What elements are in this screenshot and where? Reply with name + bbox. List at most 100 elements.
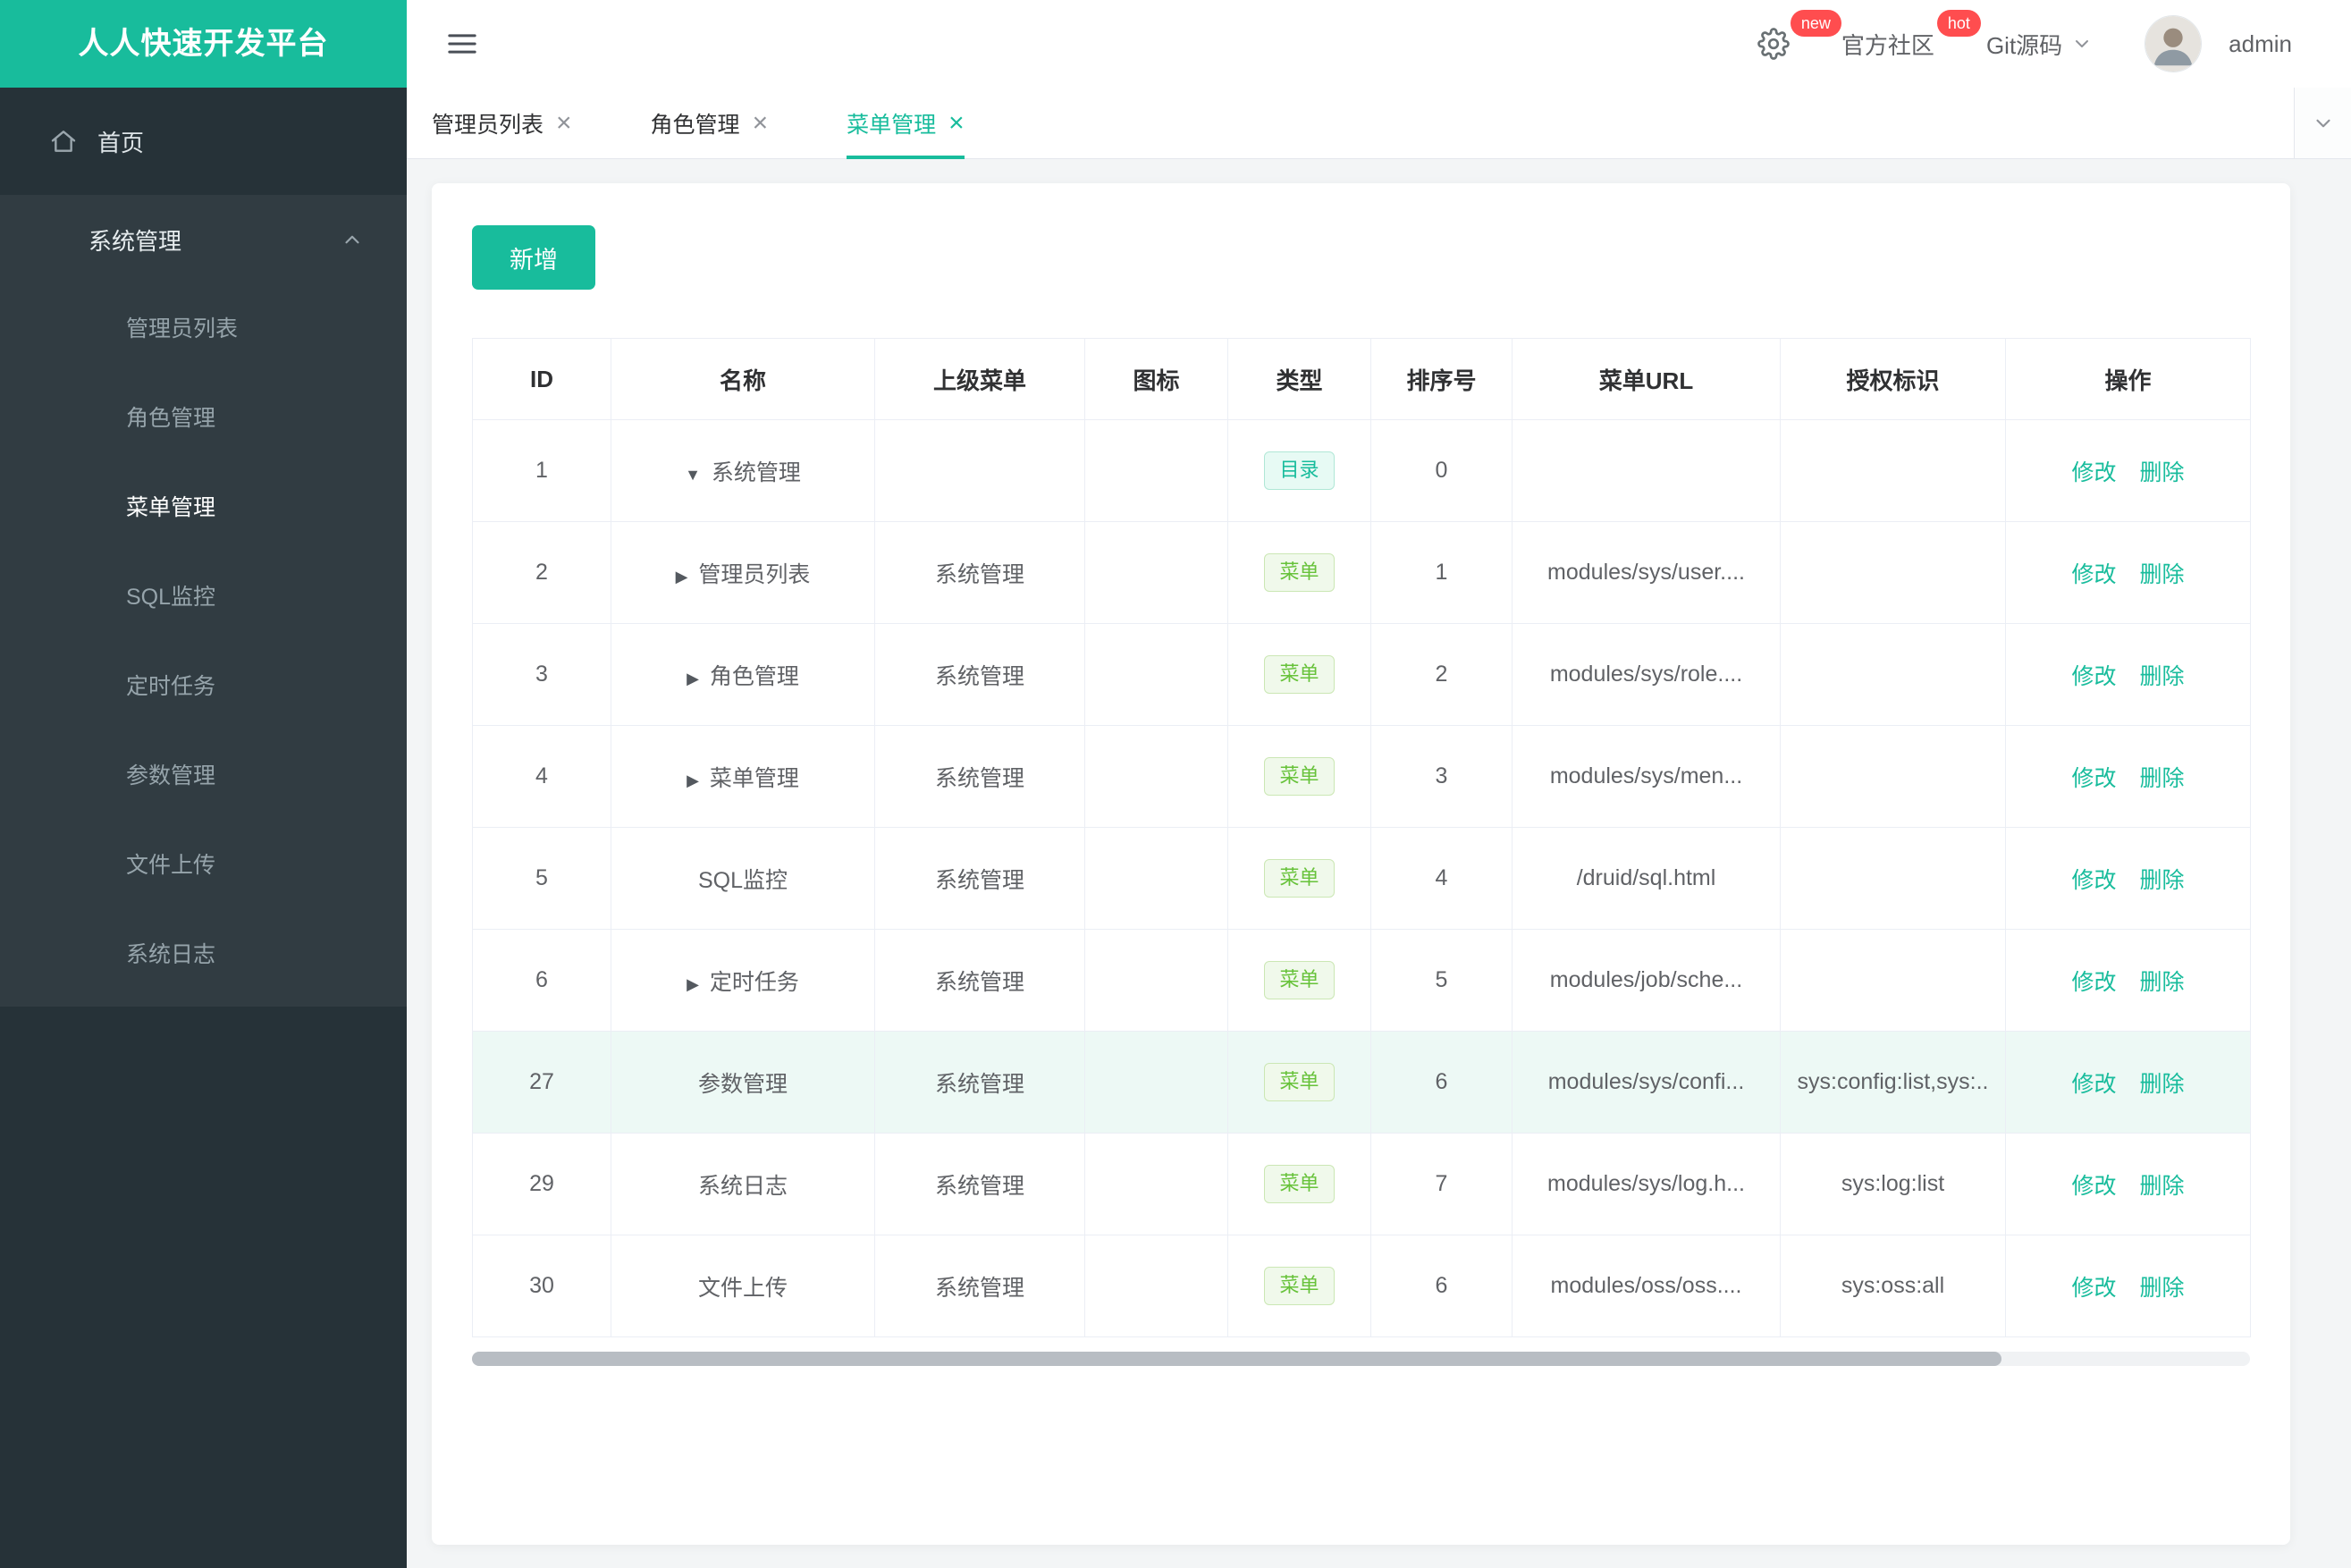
tab-close-icon[interactable]: ×	[753, 109, 769, 137]
header-right: new 官方社区 hot Git源码 admin	[1757, 9, 2292, 72]
sidebar-item-file-upload[interactable]: 文件上传	[0, 821, 407, 910]
cell-icon	[1084, 521, 1228, 624]
cell-menu-url: /druid/sql.html	[1512, 827, 1781, 930]
edit-link[interactable]: 修改	[2071, 460, 2116, 485]
cell-parent-menu: 系统管理	[874, 1031, 1085, 1134]
table-row-6[interactable]: 6 ▶ 定时任务 系统管理 菜单 5 modules/job/sche... 修改 删除	[472, 929, 2251, 1032]
column-header-1: 名称	[611, 338, 875, 420]
sidebar-item-role-mgmt[interactable]: 角色管理	[0, 374, 407, 463]
tab-close-icon[interactable]: ×	[556, 109, 572, 137]
cell-actions: 修改 删除	[2005, 929, 2251, 1032]
cell-actions: 修改 删除	[2005, 1031, 2251, 1134]
cell-perms: sys:oss:all	[1780, 1235, 2006, 1337]
menu-name: 菜单管理	[709, 765, 799, 791]
edit-link[interactable]: 修改	[2071, 766, 2116, 791]
table-row-3[interactable]: 3 ▶ 角色管理 系统管理 菜单 2 modules/sys/role.... 修改 删除	[472, 623, 2251, 726]
sidebar-group-header[interactable]: 系统管理	[0, 195, 407, 284]
column-header-0: ID	[472, 338, 611, 420]
edit-link[interactable]: 修改	[2071, 1174, 2116, 1199]
cell-perms	[1780, 623, 2006, 726]
delete-link[interactable]: 删除	[2140, 970, 2185, 995]
cell-name: 文件上传	[611, 1235, 875, 1337]
git-source-label: Git源码	[1985, 31, 2063, 59]
table-row-4[interactable]: 4 ▶ 菜单管理 系统管理 菜单 3 modules/sys/men... 修改 删除	[472, 725, 2251, 828]
cell-sort: 1	[1370, 521, 1513, 624]
tab-role-mgmt[interactable]: 角色管理 ×	[651, 88, 769, 158]
table-row-2[interactable]: 2 ▶ 管理员列表 系统管理 菜单 1 modules/sys/user.... 修改 删除	[472, 521, 2251, 624]
cell-id: 2	[472, 521, 611, 624]
tree-expand-icon[interactable]: ▶	[687, 670, 699, 687]
table-row-27[interactable]: 27 参数管理 系统管理 菜单 6 modules/sys/confi... sys:con…	[472, 1031, 2251, 1134]
community-link[interactable]: 官方社区 hot	[1841, 9, 1981, 61]
add-button[interactable]: 新增	[472, 225, 595, 290]
delete-link[interactable]: 删除	[2140, 868, 2185, 893]
username[interactable]: admin	[2229, 30, 2292, 58]
menu-name: 系统日志	[697, 1173, 788, 1199]
cell-icon	[1084, 725, 1228, 828]
content-card: 新增 ID 名称 上级菜单 图标 类型 排序号 菜单URL 授权标识 操作 1 ▼ 系统管理 目录 0 修…	[432, 183, 2290, 1545]
menu-name: 管理员列表	[698, 561, 811, 587]
sidebar-item-admin-list[interactable]: 管理员列表	[0, 284, 407, 374]
tab-admin-list[interactable]: 管理员列表 ×	[432, 88, 572, 158]
sidebar-item-home[interactable]: 首页	[0, 88, 407, 195]
cell-name: ▼ 系统管理	[611, 419, 875, 522]
delete-link[interactable]: 删除	[2140, 460, 2185, 485]
cell-type: 菜单	[1227, 929, 1371, 1032]
git-source-dropdown[interactable]: Git源码	[1986, 28, 2093, 61]
edit-link[interactable]: 修改	[2071, 562, 2116, 587]
cell-perms	[1780, 725, 2006, 828]
cell-actions: 修改 删除	[2005, 827, 2251, 930]
gear-icon	[1757, 28, 1790, 60]
sidebar-item-menu-mgmt[interactable]: 菜单管理	[0, 463, 407, 552]
sidebar-item-cron-jobs[interactable]: 定时任务	[0, 642, 407, 731]
settings-button[interactable]: new	[1757, 10, 1841, 60]
top-header: new 官方社区 hot Git源码 admin	[407, 0, 2351, 88]
tree-collapse-icon[interactable]: ▼	[685, 466, 701, 484]
horizontal-scrollbar[interactable]	[472, 1352, 2250, 1366]
sidebar-item-sql-monitor[interactable]: SQL监控	[0, 552, 407, 642]
sidebar-toggle-button[interactable]	[444, 26, 480, 62]
type-tag: 目录	[1264, 451, 1335, 490]
delete-link[interactable]: 删除	[2140, 1276, 2185, 1301]
sidebar-item-system-log[interactable]: 系统日志	[0, 910, 407, 999]
cell-name: 参数管理	[611, 1031, 875, 1134]
menu-table: ID 名称 上级菜单 图标 类型 排序号 菜单URL 授权标识 操作 1 ▼ 系统管理 目录 0 修改 删除…	[472, 338, 2251, 1337]
cell-parent-menu	[874, 419, 1085, 522]
scrollbar-thumb[interactable]	[472, 1352, 2001, 1366]
cell-parent-menu: 系统管理	[874, 521, 1085, 624]
delete-link[interactable]: 删除	[2140, 766, 2185, 791]
table-row-5[interactable]: 5 SQL监控 系统管理 菜单 4/druid/sql.html 修改 删除	[472, 827, 2251, 930]
tabs-dropdown-button[interactable]	[2294, 88, 2351, 158]
tree-expand-icon[interactable]: ▶	[676, 568, 688, 586]
cell-type: 菜单	[1227, 1031, 1371, 1134]
type-tag: 菜单	[1264, 1165, 1335, 1203]
brand-logo: 人人快速开发平台	[0, 0, 407, 88]
edit-link[interactable]: 修改	[2071, 868, 2116, 893]
delete-link[interactable]: 删除	[2140, 1174, 2185, 1199]
home-label: 首页	[97, 129, 145, 156]
sidebar-item-param-mgmt[interactable]: 参数管理	[0, 731, 407, 821]
delete-link[interactable]: 删除	[2140, 1072, 2185, 1097]
new-badge: new	[1790, 10, 1841, 37]
chevron-down-icon	[2076, 40, 2089, 47]
table-row-30[interactable]: 30 文件上传 系统管理 菜单 6 modules/oss/oss.... sys:oss:…	[472, 1235, 2251, 1337]
cell-perms	[1780, 521, 2006, 624]
tree-expand-icon[interactable]: ▶	[687, 771, 699, 789]
table-row-29[interactable]: 29 系统日志 系统管理 菜单 7 modules/sys/log.h... sys:log…	[472, 1133, 2251, 1235]
hot-badge: hot	[1936, 9, 1981, 37]
delete-link[interactable]: 删除	[2140, 562, 2185, 587]
edit-link[interactable]: 修改	[2071, 970, 2116, 995]
cell-menu-url: modules/sys/role....	[1512, 623, 1781, 726]
tree-expand-icon[interactable]: ▶	[687, 975, 699, 993]
edit-link[interactable]: 修改	[2071, 1276, 2116, 1301]
delete-link[interactable]: 删除	[2140, 664, 2185, 689]
community-label: 官方社区	[1841, 31, 1934, 59]
tab-close-icon[interactable]: ×	[948, 109, 965, 137]
column-header-5: 排序号	[1370, 338, 1513, 420]
avatar[interactable]	[2145, 15, 2203, 72]
edit-link[interactable]: 修改	[2071, 1072, 2116, 1097]
tab-menu-mgmt[interactable]: 菜单管理 ×	[847, 88, 965, 159]
table-row-1[interactable]: 1 ▼ 系统管理 目录 0 修改 删除	[472, 419, 2251, 522]
edit-link[interactable]: 修改	[2071, 664, 2116, 689]
cell-id: 3	[472, 623, 611, 726]
